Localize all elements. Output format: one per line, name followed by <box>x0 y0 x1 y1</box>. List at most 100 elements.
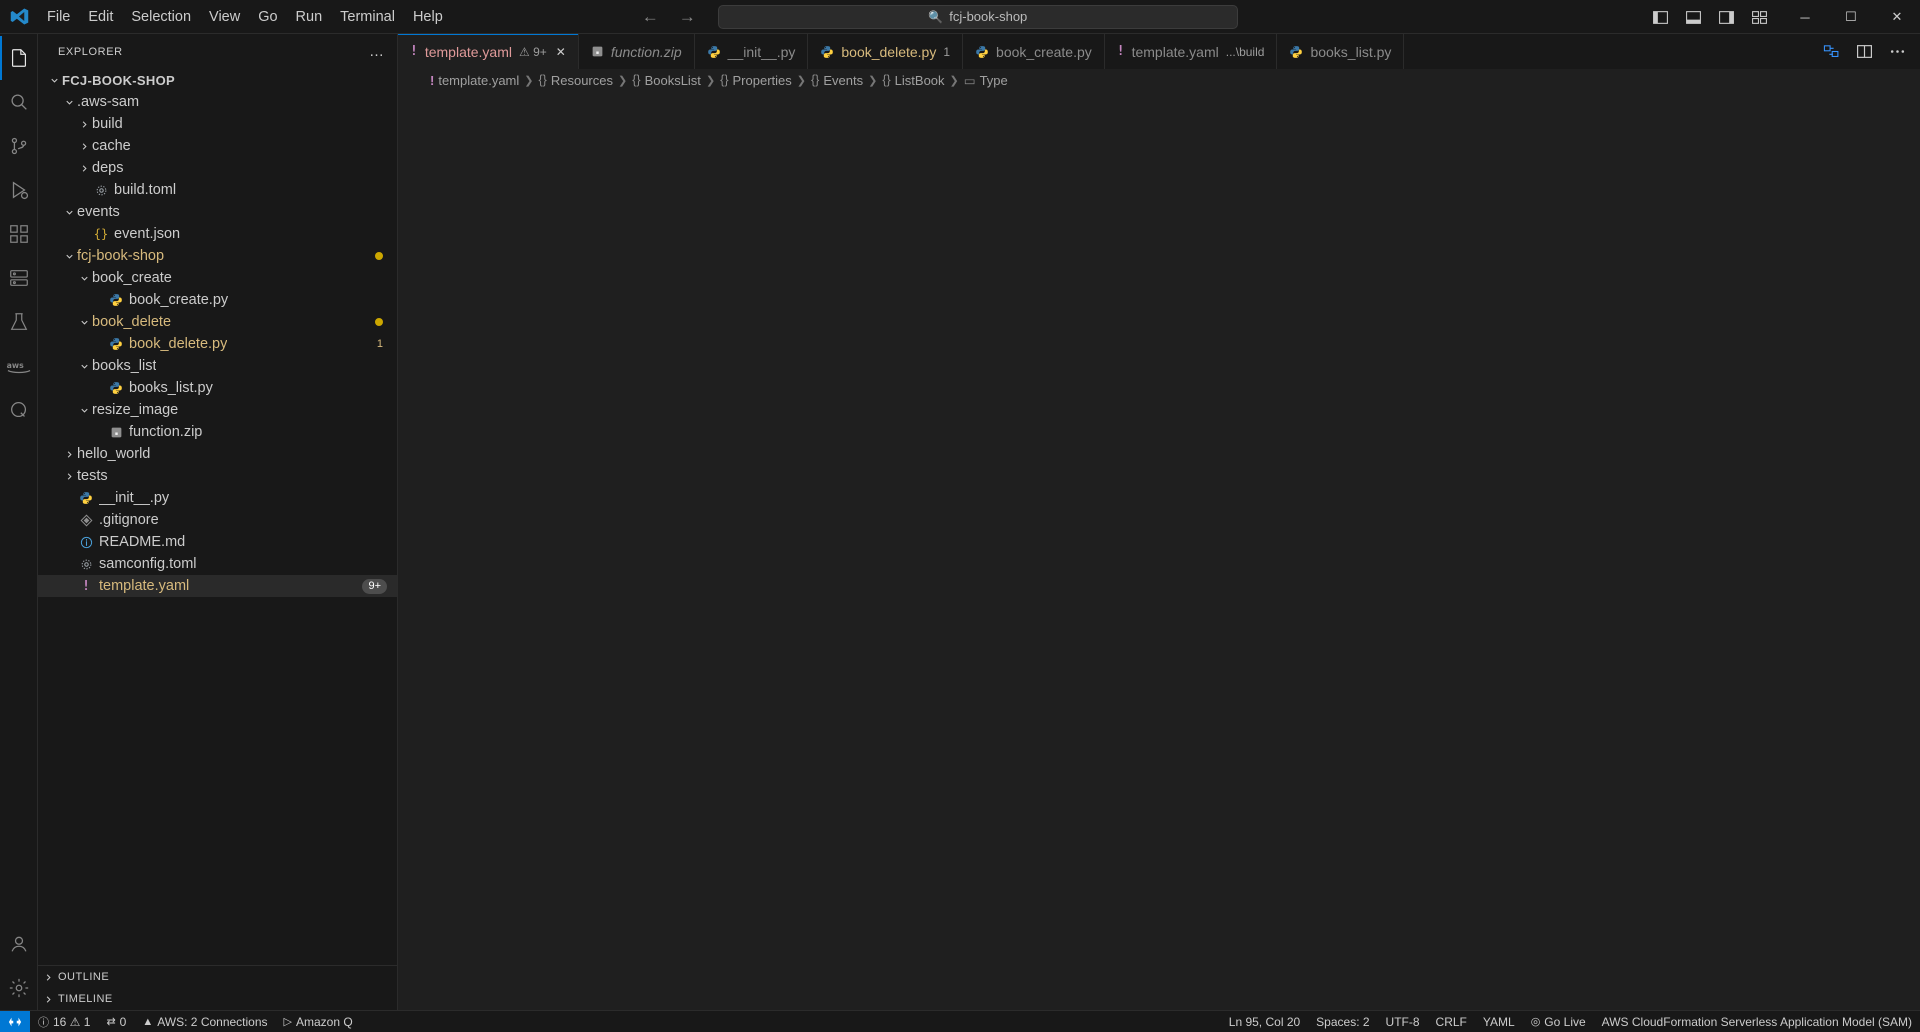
activitybar-testing[interactable] <box>0 300 38 344</box>
breadcrumb-item-listbook[interactable]: {} ListBook <box>882 73 944 88</box>
status-aws-connections[interactable]: ▲ AWS: 2 Connections <box>134 1011 275 1032</box>
code-editor[interactable] <box>398 91 1920 1010</box>
status-ports[interactable]: ⇄ 0 <box>98 1011 134 1032</box>
tree-item-book-delete-py[interactable]: book_delete.py 1 <box>38 333 397 355</box>
activitybar-source-control[interactable] <box>0 124 38 168</box>
split-editor-icon[interactable] <box>1856 43 1873 60</box>
minimize-button[interactable]: ─ <box>1782 0 1828 34</box>
breadcrumb[interactable]: ! template.yaml ❯{} Resources ❯{} BooksList ❯{… <box>398 69 1920 91</box>
activitybar-amazon-q[interactable] <box>0 388 38 432</box>
activitybar-remote-explorer[interactable] <box>0 256 38 300</box>
tree-item-function-zip[interactable]: function.zip <box>38 421 397 443</box>
menu-help[interactable]: Help <box>404 6 452 28</box>
chevron-right-icon[interactable] <box>61 471 77 482</box>
breadcrumb-item-bookslist[interactable]: {} BooksList <box>632 73 701 88</box>
tree-item-gitignore[interactable]: .gitignore <box>38 509 397 531</box>
tree-item-init-py[interactable]: __init__.py <box>38 487 397 509</box>
toggle-panel-icon[interactable] <box>1685 9 1702 26</box>
chevron-down-icon[interactable] <box>61 97 77 108</box>
activitybar-extensions[interactable] <box>0 212 38 256</box>
activitybar-settings[interactable] <box>0 966 38 1010</box>
code-content[interactable] <box>398 91 1920 1010</box>
tree-item-hello-world[interactable]: hello_world <box>38 443 397 465</box>
chevron-down-icon[interactable] <box>76 361 92 372</box>
toggle-secondary-sidebar-icon[interactable] <box>1718 9 1735 26</box>
chevron-right-icon[interactable] <box>61 449 77 460</box>
status-encoding[interactable]: UTF-8 <box>1378 1011 1428 1032</box>
command-center-search[interactable]: 🔍 fcj-book-shop <box>717 4 1238 29</box>
tree-item-events[interactable]: events <box>38 201 397 223</box>
menu-terminal[interactable]: Terminal <box>331 6 404 28</box>
menu-file[interactable]: File <box>38 6 79 28</box>
breadcrumb-item-properties[interactable]: {} Properties <box>720 73 792 88</box>
chevron-down-icon[interactable] <box>46 75 62 86</box>
editor-tab-book-delete-py-3[interactable]: book_delete.py 1 <box>808 34 964 69</box>
tree-item-event-json[interactable]: {} event.json <box>38 223 397 245</box>
tree-item-fcj-book-shop[interactable]: fcj-book-shop <box>38 245 397 267</box>
status-eol[interactable]: CRLF <box>1428 1011 1475 1032</box>
editor-tab-template-yaml-0[interactable]: ! template.yaml ⚠ 9+ ✕ <box>398 34 579 69</box>
tree-item-build[interactable]: build <box>38 113 397 135</box>
menu-view[interactable]: View <box>200 6 249 28</box>
tab-close-icon[interactable]: ✕ <box>556 45 566 59</box>
tree-item-book-create[interactable]: book_create <box>38 267 397 289</box>
status-indentation[interactable]: Spaces: 2 <box>1308 1011 1377 1032</box>
back-arrow-icon[interactable]: ← <box>642 8 659 25</box>
editor-tab-books-list-py-6[interactable]: books_list.py <box>1277 34 1405 69</box>
tree-item-deps[interactable]: deps <box>38 157 397 179</box>
explorer-more-actions-icon[interactable]: … <box>369 43 385 60</box>
tree-item-book-delete[interactable]: book_delete <box>38 311 397 333</box>
maximize-button[interactable]: ☐ <box>1828 0 1874 34</box>
chevron-down-icon[interactable] <box>76 273 92 284</box>
editor-tab-function-zip-1[interactable]: function.zip <box>578 34 695 69</box>
tree-item-book-create-py[interactable]: book_create.py <box>38 289 397 311</box>
file-tree[interactable]: FCJ-BOOK-SHOP .aws-sam build cache deps build… <box>38 69 397 965</box>
status-amazon-q[interactable]: ▷ Amazon Q <box>276 1011 361 1032</box>
chevron-right-icon[interactable] <box>76 163 92 174</box>
menu-edit[interactable]: Edit <box>79 6 122 28</box>
activitybar-aws-toolkit[interactable]: aws <box>0 344 38 388</box>
breadcrumb-item-events[interactable]: {} Events <box>811 73 863 88</box>
editor-tabs[interactable]: ! template.yaml ⚠ 9+ ✕ function.zip __init__.… <box>398 34 1809 69</box>
tree-item-books-list[interactable]: books_list <box>38 355 397 377</box>
status-editor-position[interactable]: Ln 95, Col 20 <box>1221 1011 1308 1032</box>
editor-tab-book-create-py-4[interactable]: book_create.py <box>963 34 1105 69</box>
toggle-primary-sidebar-icon[interactable] <box>1652 9 1669 26</box>
forward-arrow-icon[interactable]: → <box>679 8 696 25</box>
tree-item-books-list-py[interactable]: books_list.py <box>38 377 397 399</box>
open-changes-icon[interactable] <box>1823 43 1840 60</box>
breadcrumb-item-type[interactable]: ▭ Type <box>964 73 1008 88</box>
remote-indicator[interactable] <box>0 1010 30 1032</box>
breadcrumb-item-template-yaml[interactable]: ! template.yaml <box>430 73 519 88</box>
status-problems[interactable]: ⓘ 16 ⚠ 1 <box>30 1011 98 1032</box>
breadcrumb-item-resources[interactable]: {} Resources <box>538 73 613 88</box>
chevron-down-icon[interactable] <box>61 207 77 218</box>
chevron-down-icon[interactable] <box>76 405 92 416</box>
section-outline[interactable]: OUTLINE <box>38 966 397 988</box>
activitybar-explorer[interactable] <box>0 36 38 80</box>
status-go-live[interactable]: ◎ Go Live <box>1523 1011 1594 1032</box>
chevron-right-icon[interactable] <box>76 141 92 152</box>
status-sam[interactable]: AWS CloudFormation Serverless Applicatio… <box>1594 1011 1920 1032</box>
close-button[interactable]: ✕ <box>1874 0 1920 34</box>
editor-scrollbar[interactable] <box>1906 91 1920 1010</box>
chevron-down-icon[interactable] <box>61 251 77 262</box>
chevron-down-icon[interactable] <box>76 317 92 328</box>
tree-item-aws-sam[interactable]: .aws-sam <box>38 91 397 113</box>
tree-item-build-toml[interactable]: build.toml <box>38 179 397 201</box>
menu-selection[interactable]: Selection <box>122 6 200 28</box>
tree-item-cache[interactable]: cache <box>38 135 397 157</box>
more-actions-icon[interactable] <box>1889 43 1906 60</box>
chevron-right-icon[interactable] <box>76 119 92 130</box>
customize-layout-icon[interactable] <box>1751 9 1768 26</box>
tree-item-fcj-book-shop[interactable]: FCJ-BOOK-SHOP <box>38 69 397 91</box>
tree-item-samconfig-toml[interactable]: samconfig.toml <box>38 553 397 575</box>
editor-tab-init-py-2[interactable]: __init__.py <box>694 34 809 69</box>
status-language-mode[interactable]: YAML <box>1475 1011 1523 1032</box>
tree-item-tests[interactable]: tests <box>38 465 397 487</box>
tree-item-resize-image[interactable]: resize_image <box>38 399 397 421</box>
section-timeline[interactable]: TIMELINE <box>38 988 397 1010</box>
editor-tab-template-yaml-5[interactable]: ! template.yaml ...\build <box>1104 34 1278 69</box>
activitybar-accounts[interactable] <box>0 922 38 966</box>
tree-item-template-yaml[interactable]: ! template.yaml 9+ <box>38 575 397 597</box>
